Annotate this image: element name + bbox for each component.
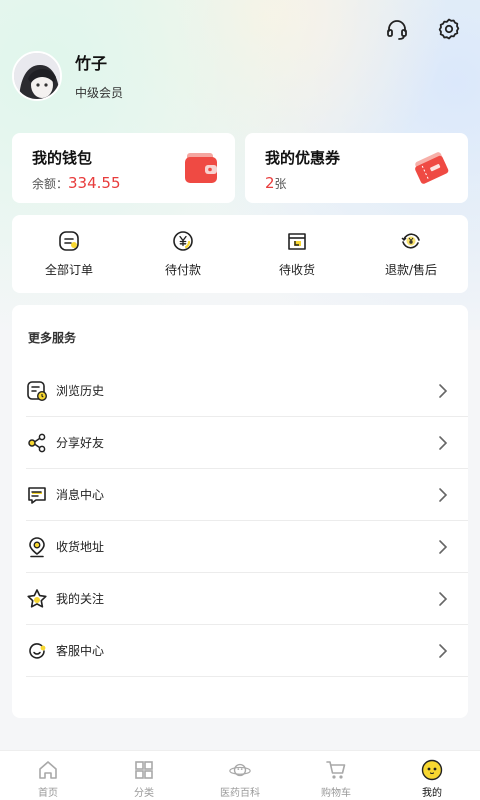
order-refund[interactable]: 退款/售后: [354, 215, 468, 293]
yen-coin-icon: [173, 231, 193, 251]
balance-value: 334.55: [68, 174, 121, 192]
more-services-panel: 更多服务 浏览历史 分享好友 消息中心 收货地址 我的关注 客服中心: [12, 305, 468, 718]
avatar[interactable]: [12, 50, 62, 101]
location-icon: [26, 536, 48, 558]
tab-label: 购物车: [321, 788, 351, 799]
service-my-follows[interactable]: 我的关注: [26, 573, 468, 625]
services-list: 浏览历史 分享好友 消息中心 收货地址 我的关注 客服中心: [26, 365, 468, 677]
service-label: 分享好友: [56, 436, 105, 450]
chevron-right-icon: [439, 644, 448, 658]
profile-section[interactable]: 竹子 中级会员: [12, 50, 123, 101]
refund-icon: [401, 233, 420, 249]
chevron-right-icon: [439, 436, 448, 450]
coupon-card[interactable]: 我的优惠券 2张: [245, 133, 468, 203]
star-icon: [26, 588, 48, 610]
home-icon: [39, 761, 57, 779]
orders-panel: 全部订单 待付款 待收货 退款/售后: [12, 215, 468, 293]
order-all[interactable]: 全部订单: [12, 215, 126, 293]
service-label: 我的关注: [56, 592, 105, 606]
chevron-right-icon: [439, 540, 448, 554]
service-shipping-address[interactable]: 收货地址: [26, 521, 468, 573]
chevron-right-icon: [439, 384, 448, 398]
history-icon: [26, 380, 48, 402]
member-level: 中级会员: [75, 86, 124, 100]
tab-category[interactable]: 分类: [96, 751, 192, 800]
order-unpaid[interactable]: 待付款: [126, 215, 240, 293]
service-share-friends[interactable]: 分享好友: [26, 417, 468, 469]
top-actions: [384, 16, 462, 42]
order-all-label: 全部订单: [44, 263, 93, 277]
planet-icon: [229, 763, 251, 777]
service-browse-history[interactable]: 浏览历史: [26, 365, 468, 417]
grid-icon: [135, 761, 153, 779]
order-to-receive-label: 待收货: [278, 263, 315, 277]
service-label: 浏览历史: [56, 384, 105, 398]
order-refund-label: 退款/售后: [384, 263, 438, 277]
tab-label: 医药百科: [220, 788, 260, 799]
services-title: 更多服务: [28, 331, 77, 345]
list-icon: [59, 231, 79, 251]
order-unpaid-label: 待付款: [164, 263, 201, 277]
order-to-receive[interactable]: 待收货: [240, 215, 354, 293]
package-icon: [288, 233, 306, 250]
service-message-center[interactable]: 消息中心: [26, 469, 468, 521]
profile-name: 竹子: [75, 54, 108, 73]
chevron-right-icon: [439, 592, 448, 606]
tab-medical-wiki[interactable]: 医药百科: [192, 751, 288, 800]
gear-icon[interactable]: [436, 16, 462, 42]
wallet-card[interactable]: 我的钱包 余额：334.55: [12, 133, 235, 203]
smiley-icon: [421, 759, 443, 781]
service-label: 收货地址: [56, 540, 105, 554]
wallet-icon: [183, 150, 219, 190]
coupon-icon: [412, 150, 452, 190]
balance-label: 余额：: [32, 177, 69, 191]
coupon-number: 2: [265, 174, 275, 192]
tab-label: 分类: [134, 788, 154, 799]
customer-service-icon: [26, 640, 48, 662]
message-icon: [26, 484, 48, 506]
cart-icon: [326, 761, 346, 779]
service-customer-center[interactable]: 客服中心: [26, 625, 468, 677]
tab-home[interactable]: 首页: [0, 751, 96, 800]
tab-cart[interactable]: 购物车: [288, 751, 384, 800]
tab-label: 首页: [38, 788, 58, 799]
share-icon: [26, 432, 48, 454]
service-label: 消息中心: [56, 488, 105, 502]
service-label: 客服中心: [56, 644, 105, 658]
chevron-right-icon: [439, 488, 448, 502]
headset-icon[interactable]: [384, 16, 410, 42]
bottom-tab-bar: 首页 分类 医药百科 购物车 我的: [0, 750, 480, 800]
tab-mine[interactable]: 我的: [384, 751, 480, 800]
coupon-unit: 张: [274, 177, 287, 191]
tab-label: 我的: [422, 788, 442, 799]
